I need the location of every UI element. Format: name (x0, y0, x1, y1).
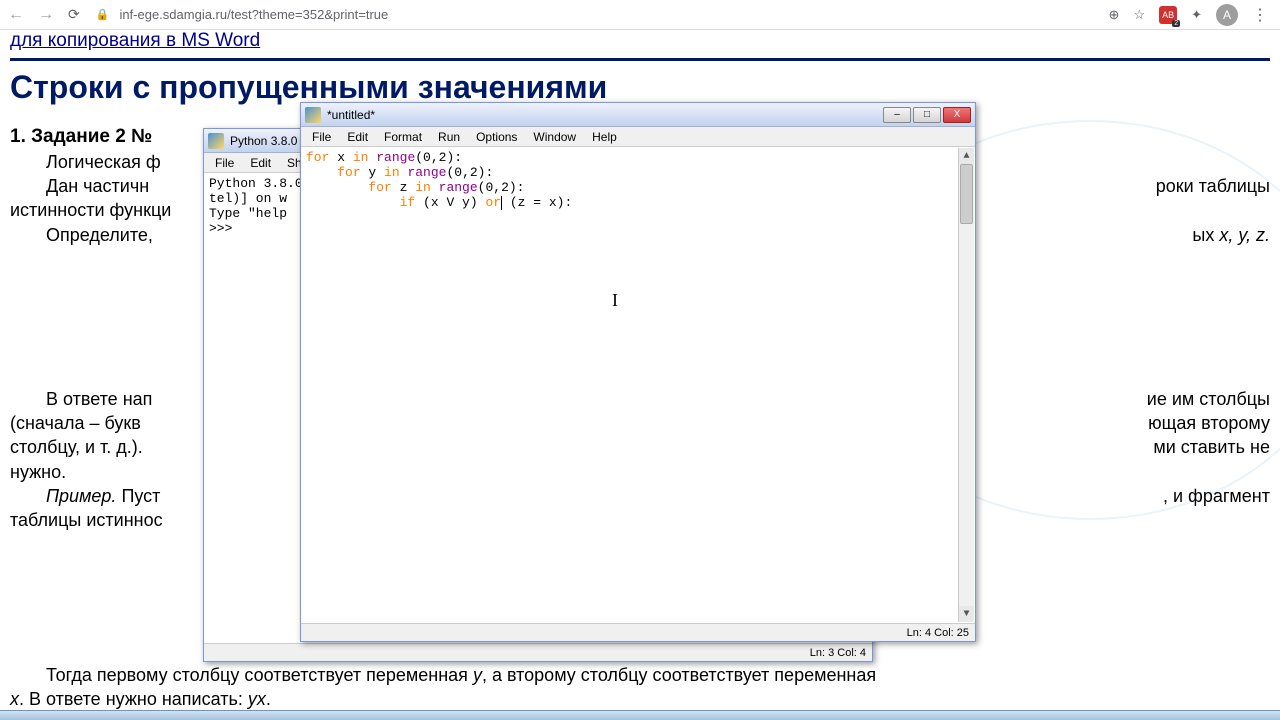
menu-edit[interactable]: Edit (340, 129, 375, 145)
statusbar: Ln: 4 Col: 25 (301, 623, 975, 641)
task-text: столбцу, и т. д.). (10, 435, 143, 459)
scroll-thumb[interactable] (960, 164, 973, 224)
task-text: . (266, 689, 271, 709)
msword-link[interactable]: для копирования в MS Word (10, 30, 260, 51)
task-text: , а второму столбцу соответствует переме… (482, 665, 876, 685)
extensions-icon[interactable]: ✦ (1191, 7, 1202, 23)
var-y: y (473, 665, 482, 685)
example-label: Пример. (46, 486, 116, 506)
menu-icon[interactable]: ⋮ (1252, 5, 1268, 25)
task-text: таблицы истиннос (10, 510, 163, 530)
lock-icon: 🔒 (96, 8, 110, 21)
menubar: File Edit Format Run Options Window Help (301, 127, 975, 147)
answer-yx: yx (248, 689, 266, 709)
task-text: роки таблицы (1120, 174, 1270, 198)
task-text: . В ответе нужно написать: (19, 689, 248, 709)
task-text: Тогда первому столбцу соответствует пере… (46, 665, 473, 685)
task-text: (сначала – букв (10, 411, 141, 435)
task-text: ие им столбцы (1111, 387, 1270, 411)
menu-run[interactable]: Run (431, 129, 467, 145)
menu-help[interactable]: Help (585, 129, 624, 145)
task-text: ми ставить не (1153, 435, 1270, 459)
menu-options[interactable]: Options (469, 129, 524, 145)
cursor-position: Ln: 3 Col: 4 (810, 647, 866, 659)
profile-avatar[interactable]: A (1216, 4, 1238, 26)
scroll-up-icon[interactable]: ▲ (959, 148, 974, 164)
menu-window[interactable]: Window (526, 129, 583, 145)
mouse-cursor-icon: I (612, 290, 618, 311)
idle-editor-window[interactable]: *untitled* – □ X File Edit Format Run Op… (300, 102, 976, 642)
task-text: истинности функци (10, 200, 171, 220)
task-text: ющая второму (1148, 411, 1270, 435)
browser-toolbar: ← → ⟳ 🔒 inf-ege.sdamgia.ru/test?theme=35… (0, 0, 1280, 30)
variables-text: x, y, z. (1219, 225, 1270, 245)
task-text: ых (1192, 225, 1219, 245)
task-text: , и фрагмент (1127, 484, 1270, 508)
menu-edit[interactable]: Edit (243, 155, 278, 171)
task-text: В ответе нап (10, 387, 152, 411)
python-icon (305, 107, 321, 123)
address-bar[interactable]: inf-ege.sdamgia.ru/test?theme=352&print=… (119, 7, 1098, 22)
menu-file[interactable]: File (305, 129, 338, 145)
code-editor[interactable]: for x in range(0,2): for y in range(0,2)… (301, 147, 975, 623)
reload-icon[interactable]: ⟳ (68, 6, 80, 23)
task-text: Дан частичн (10, 174, 149, 198)
minimize-button[interactable]: – (883, 107, 911, 123)
task-number: 1. Задание 2 № (10, 126, 152, 147)
scroll-down-icon[interactable]: ▼ (959, 606, 974, 622)
adblock-icon[interactable]: АВ 2 (1159, 6, 1177, 24)
menu-file[interactable]: File (208, 155, 241, 171)
task-text: Логическая ф (46, 152, 161, 172)
task-text: нужно. (10, 462, 66, 482)
titlebar[interactable]: *untitled* – □ X (301, 103, 975, 127)
task-text: Определите, (10, 223, 153, 247)
bookmark-icon[interactable]: ☆ (1133, 7, 1145, 23)
forward-icon[interactable]: → (38, 6, 54, 24)
taskbar[interactable] (0, 710, 1280, 720)
back-icon[interactable]: ← (8, 6, 24, 24)
vertical-scrollbar[interactable]: ▲ ▼ (958, 148, 974, 622)
menu-format[interactable]: Format (377, 129, 429, 145)
statusbar: Ln: 3 Col: 4 (204, 643, 872, 661)
cursor-position: Ln: 4 Col: 25 (907, 627, 969, 639)
zoom-icon[interactable]: ⊕ (1109, 7, 1120, 23)
maximize-button[interactable]: □ (913, 107, 941, 123)
close-button[interactable]: X (943, 107, 971, 123)
var-x: x (10, 689, 19, 709)
task-text: Пуст (116, 486, 160, 506)
window-title: *untitled* (327, 108, 883, 122)
page-title: Строки с пропущенными значениями (10, 69, 1270, 106)
divider (10, 58, 1270, 61)
python-icon (208, 133, 224, 149)
